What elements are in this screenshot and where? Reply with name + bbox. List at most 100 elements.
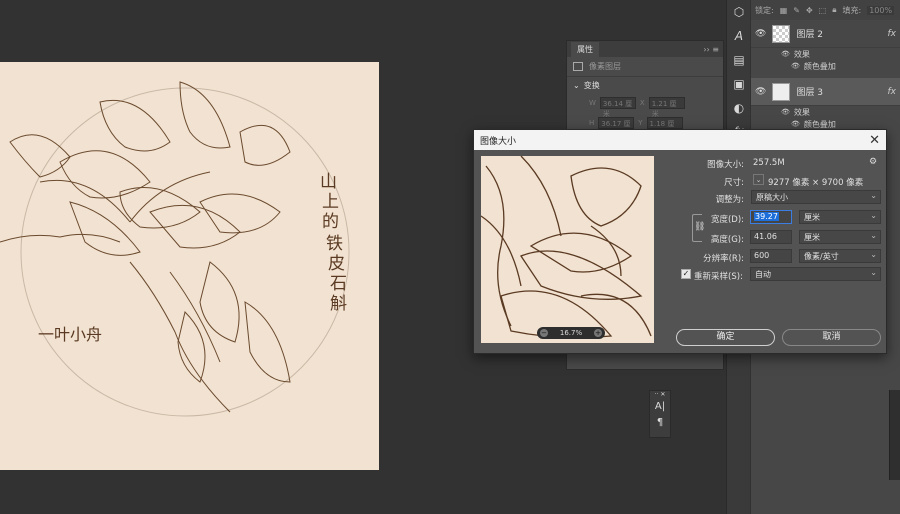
dimensions-value: 9277 像素 × 9700 像素 xyxy=(768,178,864,188)
chevron-down-icon: ⌄ xyxy=(870,231,877,240)
panel-collapse-icon[interactable]: ·· ✕ xyxy=(650,391,670,399)
panel-menu-icon[interactable]: ›› ≡ xyxy=(703,45,719,54)
image-size-dialog: 图像大小 ✕ − 16.7% + 图像大小: 257.5M ⚙ 尺寸: ⌄ 92… xyxy=(473,129,887,354)
cancel-button[interactable]: 取消 xyxy=(782,329,881,346)
image-size-label: 图像大小: xyxy=(707,160,744,170)
lock-all-icon[interactable]: 🔒︎ xyxy=(832,5,836,15)
properties-icon[interactable]: ▤ xyxy=(727,48,751,72)
w-field[interactable]: 36.14 厘米 xyxy=(599,97,636,118)
layer-thumbnail xyxy=(772,82,791,101)
cube-icon[interactable]: ⬡ xyxy=(727,0,751,24)
fit-to-select[interactable]: 原稿大小 ⌄ xyxy=(751,190,881,204)
visibility-eye-icon[interactable]: 👁︎ xyxy=(781,50,790,58)
x-label: X xyxy=(639,99,645,107)
fill-label: 填充: xyxy=(842,5,862,15)
resolution-unit-select[interactable]: 像素/英寸 ⌄ xyxy=(799,249,881,263)
width-value: 39.27 xyxy=(754,212,779,221)
visibility-eye-icon[interactable]: 👁︎ xyxy=(791,120,800,128)
layers-icon[interactable]: ▣ xyxy=(727,72,751,96)
effects-row[interactable]: 👁︎ 效果 xyxy=(751,48,900,60)
resample-label: 重新采样(S): xyxy=(694,272,743,282)
resample-select[interactable]: 自动 ⌄ xyxy=(750,267,881,281)
chevron-down-icon: ⌄ xyxy=(870,268,877,277)
height-input[interactable]: 41.06 xyxy=(750,230,792,244)
effects-label: 效果 xyxy=(793,107,810,117)
dialog-title: 图像大小 xyxy=(480,136,517,147)
visibility-eye-icon[interactable]: 👁︎ xyxy=(755,87,766,97)
lock-move-icon[interactable]: ✥ xyxy=(806,6,813,15)
zoom-out-icon[interactable]: − xyxy=(540,329,548,337)
fill-value[interactable]: 100% xyxy=(867,5,895,15)
image-size-value: 257.5M xyxy=(753,158,785,168)
preview-image[interactable]: − 16.7% + xyxy=(481,156,654,343)
resolution-label: 分辨率(R): xyxy=(703,254,744,264)
x-field[interactable]: 1.21 厘米 xyxy=(648,97,685,118)
type-tool-icon[interactable]: A| xyxy=(650,399,670,415)
document-canvas[interactable]: 山上的 铁皮石斛 一叶小舟 xyxy=(0,62,379,470)
lock-transparent-icon[interactable]: ▦ xyxy=(780,6,788,15)
character-icon[interactable]: A xyxy=(727,24,751,48)
dimensions-dropdown-icon[interactable]: ⌄ xyxy=(753,174,764,185)
resolution-input[interactable]: 600 xyxy=(750,249,792,263)
layer-name[interactable]: 图层 3 xyxy=(796,85,823,98)
w-label: W xyxy=(589,99,596,107)
effect-label: 颜色叠加 xyxy=(803,119,836,129)
chevron-down-icon[interactable]: ⌄ xyxy=(573,81,580,90)
width-input[interactable]: 39.27 xyxy=(750,210,792,224)
artwork-signature: 一叶小舟 xyxy=(38,325,102,344)
h-label: H xyxy=(589,119,595,127)
height-value: 41.06 xyxy=(754,232,777,241)
width-unit-value: 厘米 xyxy=(804,213,820,222)
pixel-layer-icon xyxy=(573,62,583,71)
adjustments-icon[interactable]: ◐ xyxy=(727,96,751,120)
fit-to-label: 调整为: xyxy=(715,195,744,205)
layer-row[interactable]: 👁︎ 图层 2 fx xyxy=(751,20,900,48)
height-unit-value: 厘米 xyxy=(804,233,820,242)
fx-icon[interactable]: fx xyxy=(888,87,897,97)
h-field[interactable]: 36.17 厘米 xyxy=(598,117,635,138)
height-label: 高度(G): xyxy=(710,235,744,245)
chevron-down-icon: ⌄ xyxy=(870,211,877,220)
transform-section-title: 变换 xyxy=(583,80,600,90)
right-dock xyxy=(889,390,900,480)
lock-label: 锁定: xyxy=(755,5,774,15)
zoom-value: 16.7% xyxy=(559,329,583,337)
resolution-unit-value: 像素/英寸 xyxy=(804,252,839,261)
ok-button[interactable]: 确定 xyxy=(676,329,775,346)
resample-value: 自动 xyxy=(755,270,771,279)
zoom-control: − 16.7% + xyxy=(537,327,605,339)
visibility-eye-icon[interactable]: 👁︎ xyxy=(781,108,790,116)
paragraph-icon[interactable]: ¶ xyxy=(650,415,670,431)
orchid-line-drawing: 山上的 铁皮石斛 一叶小舟 xyxy=(0,81,350,417)
lock-paint-icon[interactable]: ✎ xyxy=(793,6,800,15)
layer-name[interactable]: 图层 2 xyxy=(796,27,823,40)
chevron-down-icon: ⌄ xyxy=(870,191,877,200)
visibility-eye-icon[interactable]: 👁︎ xyxy=(791,62,800,70)
mini-character-panel: ·· ✕ A| ¶ xyxy=(649,390,671,438)
effect-item[interactable]: 👁︎ 颜色叠加 xyxy=(751,60,900,72)
chevron-down-icon: ⌄ xyxy=(870,250,877,259)
lock-artboard-icon[interactable]: ⬚ xyxy=(819,6,827,15)
width-unit-select[interactable]: 厘米 ⌄ xyxy=(799,210,881,224)
layer-type-label: 像素图层 xyxy=(589,62,621,71)
resample-checkbox[interactable]: ✓ xyxy=(681,269,691,279)
effect-label: 颜色叠加 xyxy=(803,61,836,71)
resolution-value: 600 xyxy=(754,251,770,260)
tab-properties[interactable]: 属性 xyxy=(571,41,599,57)
preview-artwork xyxy=(481,156,652,339)
layer-thumbnail xyxy=(772,24,791,43)
close-icon[interactable]: ✕ xyxy=(869,133,880,148)
settings-gear-icon[interactable]: ⚙ xyxy=(869,157,877,167)
fit-to-value: 原稿大小 xyxy=(756,193,788,202)
effects-row[interactable]: 👁︎ 效果 xyxy=(751,106,900,118)
y-field[interactable]: 1.18 厘米 xyxy=(646,117,683,138)
fx-icon[interactable]: fx xyxy=(888,29,897,39)
layer-row[interactable]: 👁︎ 图层 3 fx xyxy=(751,78,900,106)
width-label: 宽度(D): xyxy=(710,215,744,225)
effects-label: 效果 xyxy=(793,49,810,59)
dimensions-label: 尺寸: xyxy=(724,178,744,188)
visibility-eye-icon[interactable]: 👁︎ xyxy=(755,29,766,39)
height-unit-select[interactable]: 厘米 ⌄ xyxy=(799,230,881,244)
zoom-in-icon[interactable]: + xyxy=(594,329,602,337)
artwork-calligraphy: 山上的 铁皮石斛 xyxy=(320,172,347,314)
